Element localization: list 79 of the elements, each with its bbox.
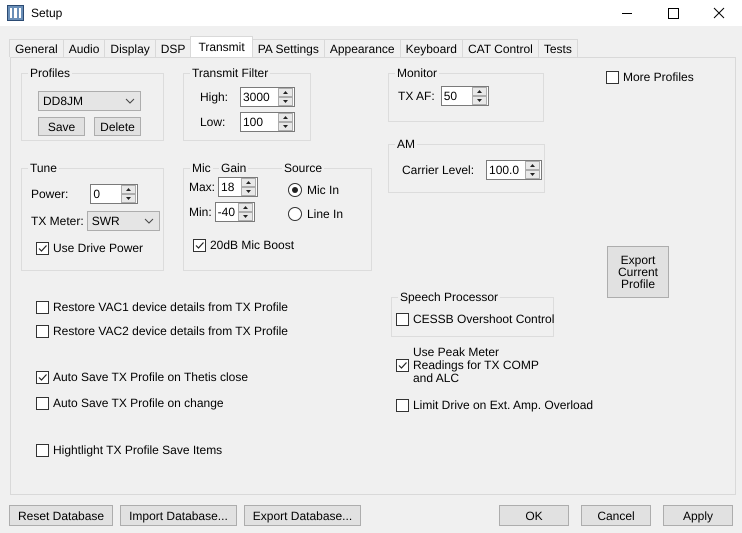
database-button[interactable]: Export Database... — [244, 505, 362, 526]
radio-label: Line In — [307, 207, 344, 221]
checkbox-label: Auto Save TX Profile on change — [53, 396, 224, 410]
group-title: Mic — [190, 161, 213, 175]
window-title: Setup — [31, 6, 62, 20]
number-field[interactable]: -40 — [214, 202, 255, 222]
checkbox-label: Use Peak Meter Readings for TX COMP and ALC — [413, 346, 540, 385]
spinner-icon[interactable] — [472, 87, 487, 105]
number-field[interactable]: 3000 — [240, 87, 295, 107]
tab[interactable]: Keyboard — [400, 39, 463, 57]
tab[interactable]: General — [9, 39, 64, 57]
spinner-icon[interactable] — [525, 161, 540, 179]
group-title: Speech Processor — [398, 290, 500, 304]
checkbox[interactable] — [36, 444, 49, 456]
checkbox[interactable] — [396, 312, 409, 326]
number-field[interactable]: 0 — [90, 184, 138, 204]
dropdown[interactable]: SWR — [86, 211, 160, 231]
checkbox[interactable] — [36, 300, 49, 314]
field-label: Max: — [189, 180, 216, 194]
tab[interactable]: PA Settings — [252, 39, 325, 57]
number-field[interactable]: 50 — [440, 86, 489, 106]
dialog-button[interactable]: Apply — [663, 505, 733, 526]
checkbox-label: Restore VAC2 device details from TX Profile — [53, 324, 288, 338]
field-label: Power: — [31, 187, 68, 201]
checkbox[interactable] — [36, 324, 49, 338]
radio-label: Mic In — [307, 183, 340, 197]
group-title: Profiles — [28, 66, 72, 80]
group-title: Gain — [219, 161, 248, 175]
checkbox-label: Auto Save TX Profile on Thetis close — [53, 370, 248, 384]
dropdown[interactable]: DD8JM — [38, 91, 141, 111]
checkbox[interactable] — [396, 359, 409, 372]
app-icon — [7, 5, 24, 21]
group-title: Transmit Filter — [190, 66, 270, 80]
database-button[interactable]: Import Database... — [120, 505, 237, 526]
spinner-icon[interactable] — [241, 178, 256, 196]
dialog-button[interactable]: OK — [499, 505, 569, 526]
checkbox[interactable] — [36, 370, 49, 384]
tab[interactable]: Display — [104, 39, 156, 57]
checkbox-label: Limit Drive on Ext. Amp. Overload — [413, 398, 594, 412]
checkbox[interactable] — [36, 242, 49, 254]
profile-button[interactable]: Save — [38, 117, 85, 136]
field-label: Low: — [200, 115, 226, 129]
checkbox[interactable] — [396, 398, 409, 412]
number-field[interactable]: 18 — [218, 177, 258, 197]
dialog-button[interactable]: Cancel — [581, 505, 651, 526]
group-title: Monitor — [395, 66, 440, 80]
tab[interactable]: Transmit — [190, 36, 253, 57]
field-label: High: — [200, 90, 228, 104]
spinner-icon[interactable] — [121, 185, 136, 203]
group-title: Tune — [28, 161, 59, 175]
group-title: AM — [395, 137, 417, 151]
chevron-down-icon — [125, 98, 135, 104]
checkbox[interactable] — [606, 70, 619, 84]
export-profile-button[interactable]: Export Current Profile — [607, 246, 669, 298]
number-field[interactable]: 100 — [240, 112, 295, 132]
radio-button[interactable] — [288, 207, 302, 221]
number-field[interactable]: 100.0 — [486, 160, 542, 180]
field-label: Carrier Level: — [402, 163, 474, 177]
tab[interactable]: Appearance — [324, 39, 401, 57]
checkbox-label: CESSB Overshoot Control — [413, 312, 554, 326]
checkbox-label: Restore VAC1 device details from TX Profile — [53, 300, 288, 314]
tab[interactable]: Tests — [538, 39, 578, 57]
checkbox-label: Hightlight TX Profile Save Items — [53, 443, 222, 457]
spinner-icon[interactable] — [278, 88, 293, 106]
checkbox[interactable] — [36, 396, 49, 410]
chevron-down-icon — [144, 218, 154, 224]
field-label: TX Meter: — [31, 214, 84, 228]
checkbox-label: 20dB Mic Boost — [210, 238, 294, 252]
group-title: Source — [282, 161, 324, 175]
field-label: TX AF: — [398, 89, 435, 103]
spinner-icon[interactable] — [238, 203, 253, 221]
checkbox-label: Use Drive Power — [53, 241, 144, 255]
radio-button[interactable] — [288, 183, 302, 197]
database-button[interactable]: Reset Database — [9, 505, 114, 526]
profile-button[interactable]: Delete — [94, 117, 141, 136]
field-label: Min: — [189, 205, 212, 219]
checkbox-label: More Profiles — [623, 70, 694, 84]
spinner-icon[interactable] — [278, 113, 293, 131]
checkbox[interactable] — [193, 238, 206, 252]
